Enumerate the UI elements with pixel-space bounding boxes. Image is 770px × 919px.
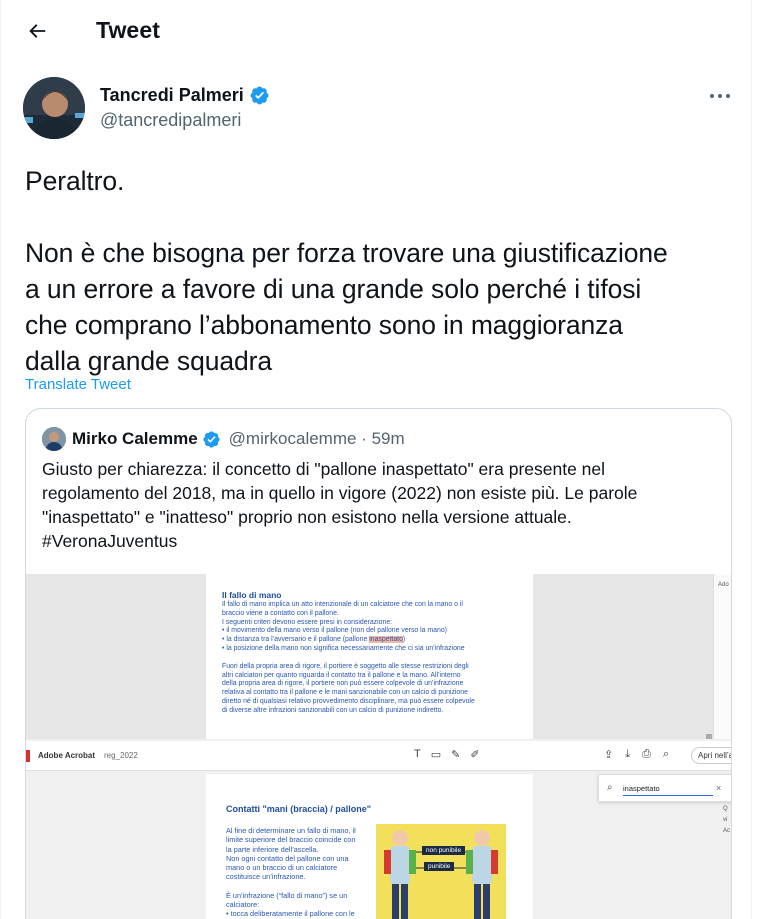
quoted-tweet-header: Mirko Calemme @mirkocalemme · 59m xyxy=(42,427,405,451)
label-punishable: punibile xyxy=(424,862,455,871)
author-avatar[interactable] xyxy=(23,77,85,139)
quoted-author-avatar xyxy=(42,427,66,451)
tweet-paragraph: Peraltro. xyxy=(25,166,125,196)
quoted-tweet-time: 59m xyxy=(371,429,405,448)
label-not-punishable: non punibile xyxy=(422,846,466,855)
quoted-tweet-text: Giusto per chiarezza: il concetto di "pa… xyxy=(42,457,722,553)
tweet-line: Non è che bisogna per forza trovare una … xyxy=(25,238,668,268)
share-icon: ⇪ xyxy=(604,749,614,761)
translate-tweet-link[interactable]: Translate Tweet xyxy=(25,376,131,393)
hashtag-link[interactable]: #VeronaJuventus xyxy=(42,529,722,553)
more-dots-icon xyxy=(710,94,730,98)
download-icon: ⤓ xyxy=(625,748,631,760)
pdf-page-excerpt-top: Il fallo di mano Il fallo di mano implic… xyxy=(206,574,533,739)
text-tool-icon: T xyxy=(414,748,421,760)
doc-heading: Il fallo di mano xyxy=(222,590,282,600)
top-bar: Tweet xyxy=(1,0,753,62)
more-options-button[interactable] xyxy=(703,84,737,108)
search-icon: ⌕ xyxy=(607,782,613,793)
tweet-line: che comprano l’abbonamento sono in maggi… xyxy=(25,310,623,340)
verified-badge-icon xyxy=(203,430,220,448)
back-button[interactable] xyxy=(19,13,55,49)
highlight-tool-icon: ✎ xyxy=(451,749,461,761)
page-title: Tweet xyxy=(96,17,160,43)
close-icon: × xyxy=(716,783,722,793)
author-name[interactable]: Tancredi Palmeri xyxy=(100,85,270,106)
tweet-line: a un errore a favore di una grande solo … xyxy=(25,274,642,304)
quoted-text-line: regolamento del 2018, ma in quello in vi… xyxy=(42,483,638,503)
find-input: inaspettato xyxy=(623,784,713,796)
comment-tool-icon: ▭ xyxy=(430,749,442,761)
document-tools: ⇪ ⤓ ⎙ ⌕ xyxy=(604,748,669,761)
side-panel-text: Q vi Ac xyxy=(723,806,731,834)
find-in-document-popup: ⌕ inaspettato × xyxy=(598,774,731,802)
author-name-text: Tancredi Palmeri xyxy=(100,85,244,105)
print-icon: ⎙ xyxy=(642,748,651,760)
back-arrow-icon xyxy=(29,24,46,38)
handball-illustration: non punibile punibile xyxy=(376,824,506,919)
quoted-tweet-image[interactable]: Il fallo di mano Il fallo di mano implic… xyxy=(26,574,731,919)
pdf-page-excerpt-bottom: Contatti "mani (braccia) / pallone" Al f… xyxy=(206,774,533,919)
acrobat-logo-icon xyxy=(26,750,30,762)
side-panel: Ado xyxy=(713,574,731,739)
annotation-tools: T ▭ ✎ ✐ xyxy=(414,748,480,761)
separator-dot: · xyxy=(356,429,372,448)
verified-badge-icon xyxy=(250,86,269,105)
quoted-text-line: Giusto per chiarezza: il concetto di "pa… xyxy=(42,459,606,479)
highlighted-word: inaspettato xyxy=(369,636,403,644)
tweet-text: Peraltro. Non è che bisogna per forza tr… xyxy=(25,163,735,379)
quoted-author-name: Mirko Calemme xyxy=(72,429,198,448)
doc-paragraph: Al fine di determinare un fallo di mano,… xyxy=(226,826,356,919)
app-name: Adobe Acrobat xyxy=(38,751,96,760)
doc-heading: Contatti "mani (braccia) / pallone" xyxy=(226,804,372,814)
quoted-tweet[interactable]: Mirko Calemme @mirkocalemme · 59m Giusto… xyxy=(25,408,732,919)
open-in-app-button: Apri nell’ap xyxy=(691,747,731,764)
acrobat-toolbar: Adobe Acrobat reg_2022 T ▭ ✎ ✐ ⇪ ⤓ ⎙ ⌕ A… xyxy=(26,741,731,771)
draw-tool-icon: ✐ xyxy=(470,749,480,761)
doc-paragraph: Il fallo di mano implica un atto intenzi… xyxy=(222,601,475,714)
tweet-detail-column: Tweet Tancredi Palmeri @tancredipalmeri … xyxy=(0,0,752,919)
tweet-line: dalla grande squadra xyxy=(25,346,272,376)
search-icon: ⌕ xyxy=(662,748,670,760)
quoted-author-handle: @mirkocalemme xyxy=(228,429,357,448)
file-name: reg_2022 xyxy=(104,751,138,760)
quoted-text-line: "inaspettato" e "inatteso" proprio non e… xyxy=(42,507,572,527)
author-handle[interactable]: @tancredipalmeri xyxy=(100,110,241,131)
